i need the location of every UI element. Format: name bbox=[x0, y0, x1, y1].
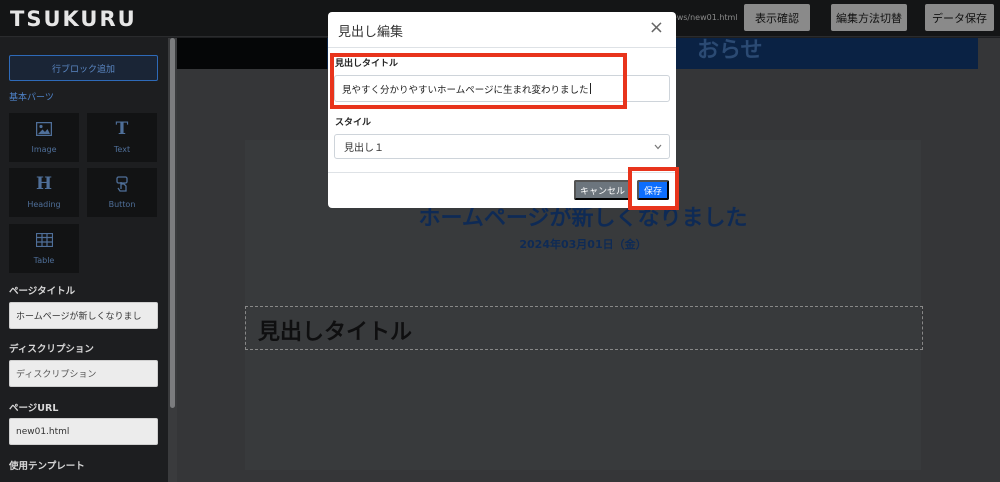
heading-icon: H bbox=[35, 174, 53, 194]
heading-block-text: 見出しタイトル bbox=[258, 320, 413, 345]
table-icon bbox=[35, 230, 53, 250]
style-select[interactable]: 見出し１ bbox=[334, 134, 670, 159]
description-label: ディスクリプション bbox=[9, 344, 94, 355]
modal-footer-divider bbox=[328, 172, 676, 173]
sidebar-scroll-thumb[interactable] bbox=[170, 38, 175, 408]
part-image[interactable]: Image bbox=[9, 113, 79, 162]
chevron-down-icon bbox=[654, 140, 662, 153]
banner-left bbox=[177, 38, 327, 69]
part-label: Image bbox=[31, 145, 57, 154]
close-icon[interactable]: × bbox=[649, 18, 664, 38]
part-table[interactable]: Table bbox=[9, 224, 79, 273]
part-button[interactable]: Button bbox=[87, 168, 157, 217]
text-icon: T bbox=[115, 119, 129, 139]
button-icon bbox=[114, 174, 130, 194]
image-icon bbox=[36, 119, 52, 139]
template-label: 使用テンプレート bbox=[9, 461, 85, 472]
highlight-save-button bbox=[628, 167, 679, 210]
part-label: Heading bbox=[27, 200, 61, 209]
page-title-input[interactable]: ホームページが新しくなりまし bbox=[9, 302, 158, 329]
part-heading[interactable]: H Heading bbox=[9, 168, 79, 217]
heading-edit-modal: 見出し編集 × 見出しタイトル 見やすく分かりやすいホームページに生まれ変わりま… bbox=[328, 12, 676, 208]
banner-text: おらせ bbox=[697, 38, 763, 63]
add-row-block-button[interactable]: 行ブロック追加 bbox=[9, 55, 158, 81]
part-text[interactable]: T Text bbox=[87, 113, 157, 162]
style-field-label: スタイル bbox=[335, 118, 372, 128]
sidebar: 行ブロック追加 基本パーツ Image T Text H Heading But… bbox=[0, 38, 168, 482]
part-label: Text bbox=[113, 145, 131, 154]
modal-title: 見出し編集 bbox=[338, 25, 404, 40]
description-input[interactable]: ディスクリプション bbox=[9, 360, 158, 387]
page-url-label: ページURL bbox=[9, 403, 59, 414]
style-selected-value: 見出し１ bbox=[344, 143, 384, 154]
basic-parts-label: 基本パーツ bbox=[9, 93, 54, 103]
part-label: Table bbox=[33, 256, 55, 265]
preview-button[interactable]: 表示確認 bbox=[744, 4, 810, 31]
modal-header: 見出し編集 × bbox=[328, 12, 676, 48]
part-label: Button bbox=[108, 200, 136, 209]
page-url-input[interactable]: new01.html bbox=[9, 418, 158, 445]
page-title-label: ページタイトル bbox=[9, 286, 76, 297]
highlight-title-input bbox=[330, 53, 627, 109]
cancel-button[interactable]: キャンセル bbox=[574, 180, 631, 200]
app-logo: TSUKURU bbox=[10, 7, 137, 31]
switch-edit-mode-button[interactable]: 編集方法切替 bbox=[831, 4, 907, 31]
heading-block[interactable]: 見出しタイトル bbox=[245, 306, 923, 350]
save-data-button[interactable]: データ保存 bbox=[925, 4, 994, 31]
page-date: 2024年03月01日（金） bbox=[519, 238, 647, 251]
